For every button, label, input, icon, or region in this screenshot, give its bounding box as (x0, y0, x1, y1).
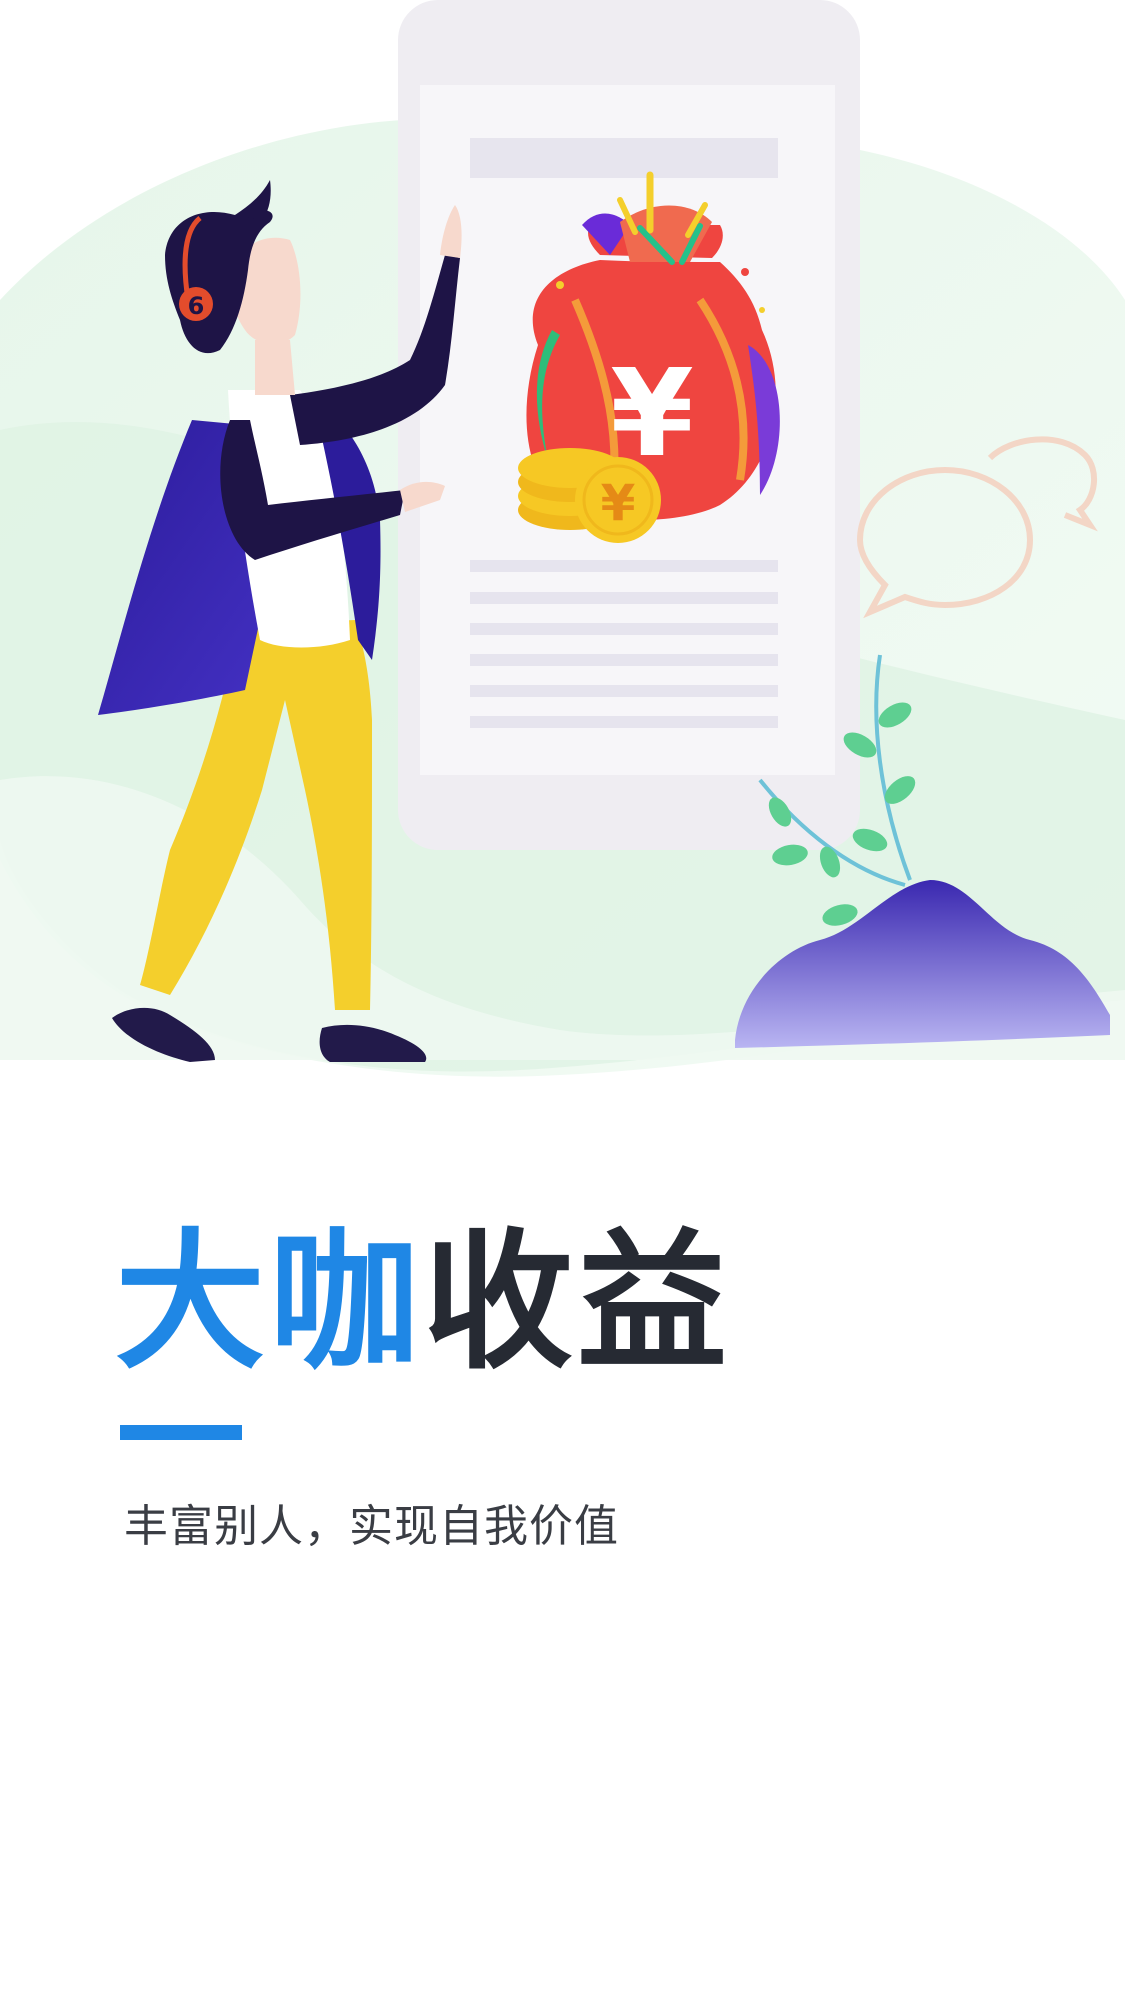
coin-yuan-symbol: ¥ (601, 474, 636, 532)
page-subtitle: 丰富别人，实现自我价值 (124, 1501, 619, 1552)
page-title: 大咖收益 (115, 1228, 731, 1378)
headphone-badge: 6 (188, 292, 205, 320)
title-accent: 大咖 (115, 1216, 424, 1390)
hero-illustration: ¥ ¥ 6 (0, 0, 1125, 1077)
title-rest: 收益 (423, 1216, 732, 1390)
title-underline (120, 1425, 242, 1440)
